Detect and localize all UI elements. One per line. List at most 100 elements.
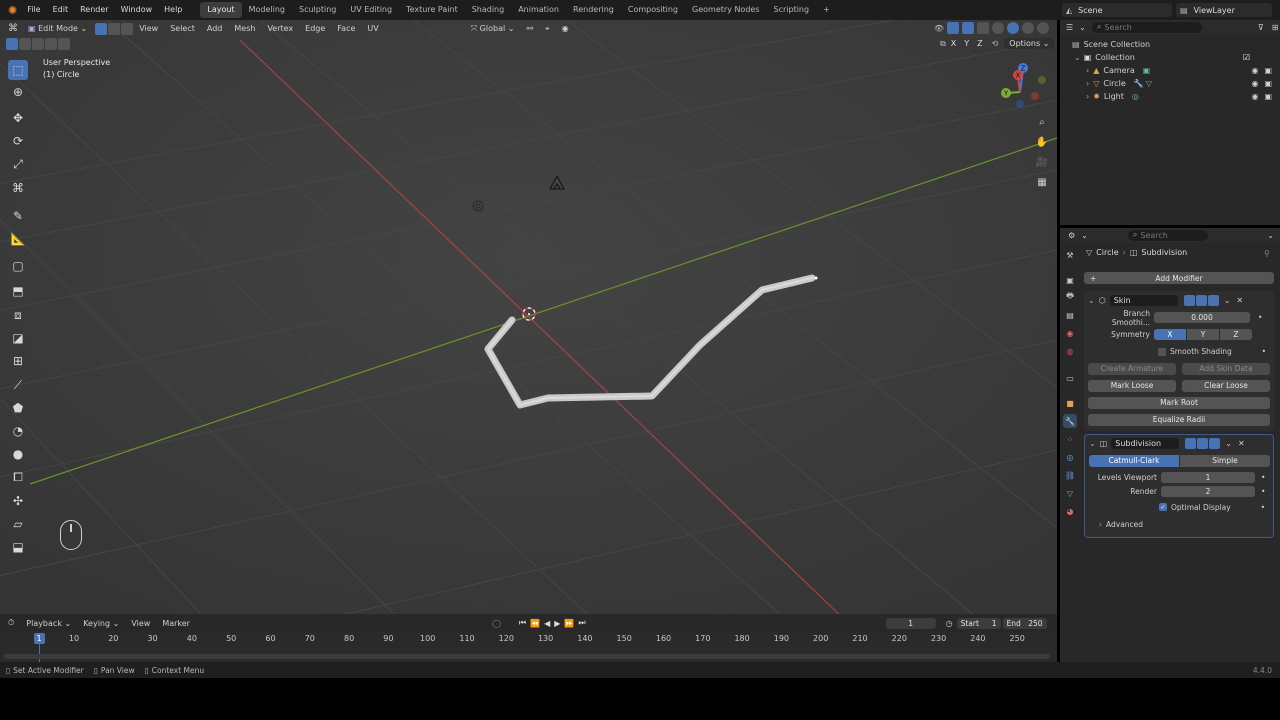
branch-smoothing-field[interactable]: 0.000 [1154,312,1250,323]
loop-cut-tool-icon[interactable]: ⊞ [8,351,28,371]
gizmo-toggle-icon[interactable] [947,22,959,34]
vertex-select-icon[interactable] [95,22,108,35]
wireframe-shading-icon[interactable] [992,22,1004,34]
chevron-down-icon[interactable]: ⌄ [1088,296,1095,305]
current-frame-field[interactable]: 1 [885,617,936,629]
record-icon[interactable]: ◯ [492,619,501,628]
outliner-item-circle[interactable]: › ▽ Circle 🔧 ▽ ◉ ▣ [1072,77,1280,90]
filter-icon[interactable]: ⊽ [1258,23,1264,32]
skin-name-field[interactable]: Skin [1109,294,1178,306]
add-cube-tool-icon[interactable]: ▢ [8,256,28,276]
view-layer-properties-icon[interactable]: ▤ [1063,308,1077,322]
scene-selector[interactable]: ◭ Scene [1062,3,1172,17]
rip-tool-icon[interactable]: ⬓ [8,537,28,557]
chevron-down-icon[interactable]: ⌄ [1074,53,1081,62]
outliner-search-input[interactable]: ⌕ Search [1091,21,1202,33]
modifier-properties-icon[interactable]: 🔧 [1063,414,1077,428]
data-properties-icon[interactable]: ▽ [1063,486,1077,500]
render-toggle-icon[interactable] [1209,437,1221,449]
3d-viewport[interactable]: ⌘ ▣ Edit Mode ⌄ View Select Add Mesh Ver… [0,20,1057,614]
annotate-tool-icon[interactable]: ✎ [8,206,28,226]
menu-playback[interactable]: Playback ⌄ [20,615,77,632]
chevron-right-icon[interactable]: › [1086,79,1089,88]
menu-edit[interactable]: Edit [47,0,75,20]
symmetry-y-toggle[interactable]: Y [1187,329,1219,340]
clear-loose-button[interactable]: Clear Loose [1182,379,1270,392]
menu-vertex[interactable]: Vertex [261,20,299,37]
render-camera-icon[interactable]: ▣ [1264,79,1272,88]
menu-timeline-view[interactable]: View [125,615,156,632]
particles-properties-icon[interactable]: ⁘ [1063,432,1077,446]
scale-tool-icon[interactable]: ⤢ [8,154,28,174]
shear-tool-icon[interactable]: ▱ [8,514,28,534]
keyframe-dot-icon[interactable]: • [1258,313,1262,322]
spin-tool-icon[interactable]: ◔ [8,421,28,441]
chevron-down-icon[interactable]: ⌄ [1267,231,1274,240]
close-icon[interactable]: ✕ [1236,296,1243,305]
select-intersect-icon[interactable] [45,38,57,50]
smooth-shading-checkbox[interactable] [1158,347,1166,356]
snap-icon[interactable]: ⌖ [539,20,556,37]
menu-add[interactable]: Add [201,20,229,37]
menu-mesh[interactable]: Mesh [228,20,261,37]
filter-display-icon[interactable]: ⌄ [1079,23,1086,32]
keyframe-dot-icon[interactable]: • [1261,487,1265,496]
mark-root-button[interactable]: Mark Root [1088,396,1270,409]
tab-geometry-nodes[interactable]: Geometry Nodes [685,2,766,18]
eye-icon[interactable]: ◉ [1251,66,1258,75]
render-camera-icon[interactable]: ▣ [1264,92,1272,101]
timeline-ruler[interactable]: 1 10 20 30 40 50 60 70 80 90 100 110 120 130 140 150 160… [0,632,1057,662]
equalize-radii-button[interactable]: Equalize Radii [1088,413,1270,426]
options-dropdown[interactable]: Options ⌄ [1004,38,1055,49]
chevron-right-icon[interactable]: › [1086,92,1089,101]
menu-view[interactable]: View [133,20,164,37]
measure-tool-icon[interactable]: 📐 [8,229,28,249]
jump-start-icon[interactable]: ⏮ [519,618,526,628]
viewport-toggle-icon[interactable] [1195,294,1207,306]
mode-dropdown[interactable]: ▣ Edit Mode ⌄ [22,20,93,37]
smooth-tool-icon[interactable]: ● [8,444,28,464]
clock-icon[interactable]: ◷ [946,619,953,628]
menu-select[interactable]: Select [164,20,201,37]
breadcrumb-object[interactable]: Circle [1096,248,1118,257]
tab-compositing[interactable]: Compositing [621,2,685,18]
menu-keying[interactable]: Keying ⌄ [77,615,125,632]
overlay-toggle-icon[interactable] [962,22,974,34]
chevron-down-icon[interactable]: ⌄ [1081,231,1088,240]
editmode-toggle-icon[interactable] [1183,294,1195,306]
menu-file[interactable]: File [21,0,46,20]
pan-hand-icon[interactable]: ✋ [1033,133,1051,151]
select-box-icon[interactable] [6,38,18,50]
mirror-y-toggle[interactable]: Y [961,39,972,48]
menu-window[interactable]: Window [115,0,159,20]
transform-tool-icon[interactable]: ⌘ [8,178,28,198]
create-armature-button[interactable]: Create Armature [1088,362,1176,375]
render-toggle-icon[interactable] [1207,294,1219,306]
viewport-toggle-icon[interactable] [1197,437,1209,449]
tab-texture-paint[interactable]: Texture Paint [399,2,465,18]
catmull-clark-toggle[interactable]: Catmull-Clark [1089,454,1179,467]
tab-rendering[interactable]: Rendering [566,2,621,18]
close-icon[interactable]: ✕ [1238,439,1245,448]
levels-viewport-field[interactable]: 1 [1161,471,1255,483]
play-icon[interactable]: ▶ [554,619,560,628]
chevron-down-icon[interactable]: ⌄ [1224,296,1231,305]
render-camera-icon[interactable]: ▣ [1264,66,1272,75]
eye-icon[interactable]: ◉ [1251,79,1258,88]
add-skin-data-button[interactable]: Add Skin Data [1182,362,1270,375]
cursor-tool-icon[interactable]: ⊕ [8,82,28,102]
outliner-scene-collection[interactable]: ▤ Scene Collection [1072,38,1280,51]
rendered-shading-icon[interactable] [1037,22,1049,34]
timeline-scrollbar[interactable] [4,654,1050,659]
editor-type-icon[interactable]: ⌘ [8,23,18,34]
collection-checkbox[interactable]: ☑ [1243,53,1250,62]
render-properties-icon[interactable]: ▣ [1063,273,1077,287]
edge-slide-tool-icon[interactable]: ⧠ [8,467,28,487]
move-tool-icon[interactable]: ✥ [8,108,28,128]
menu-help[interactable]: Help [158,0,188,20]
outliner-item-camera[interactable]: › ▲ Camera ▣ ◉ ▣ [1072,64,1280,77]
render-levels-field[interactable]: 2 [1161,485,1255,497]
view-layer-selector[interactable]: ▤ ViewLayer [1176,3,1272,17]
output-properties-icon[interactable]: 🖶 [1063,290,1077,304]
editmode-toggle-icon[interactable] [1185,437,1197,449]
